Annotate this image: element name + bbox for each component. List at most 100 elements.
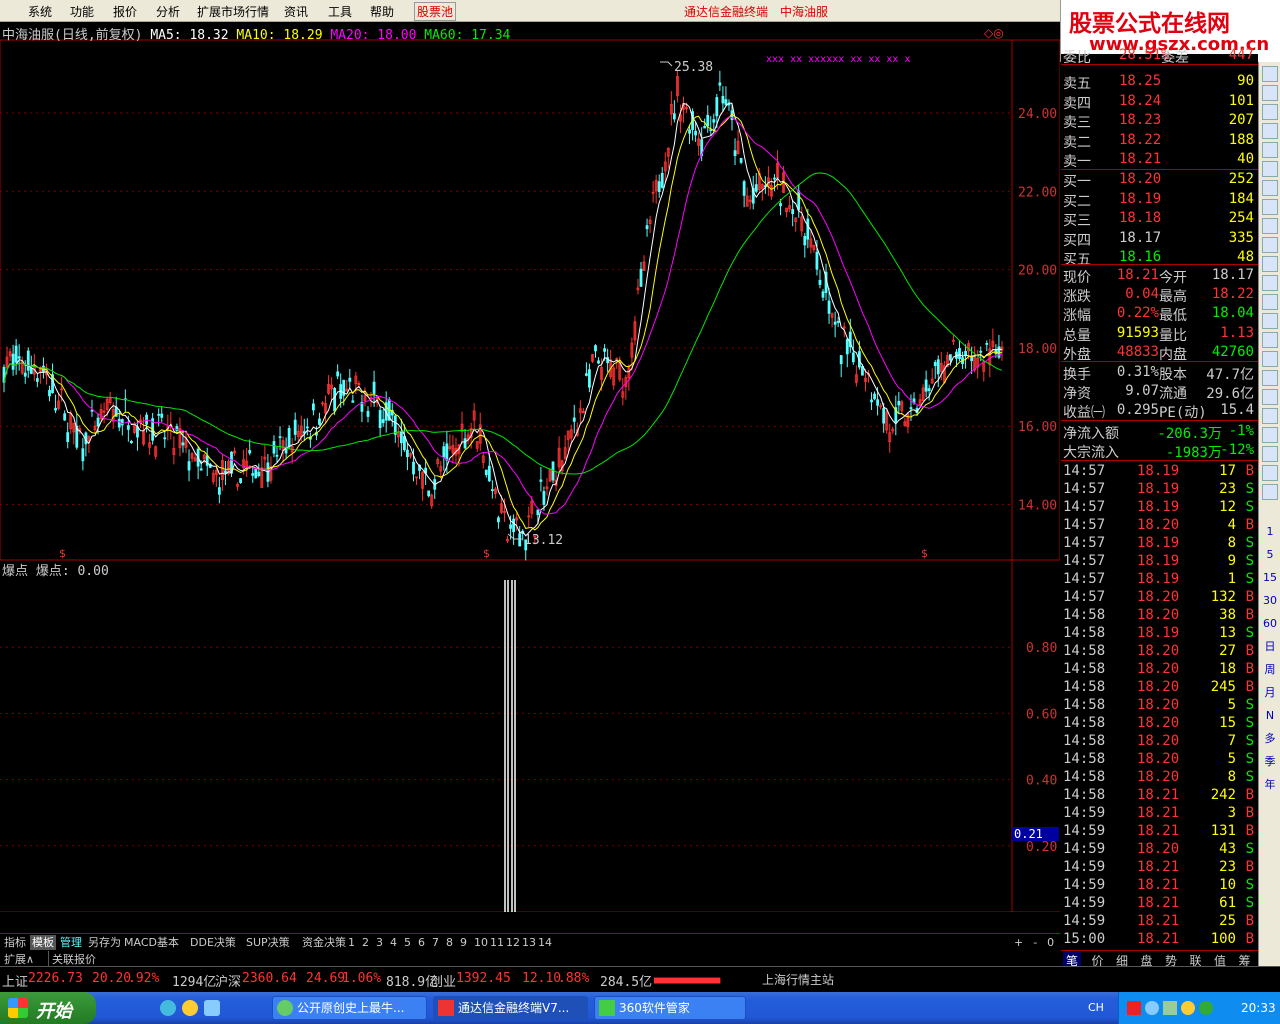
tray-app-icon[interactable] (1127, 1001, 1141, 1015)
tool-icon[interactable] (1262, 465, 1278, 481)
menu-function[interactable]: 功能 (70, 3, 94, 20)
tool-icon[interactable] (1262, 123, 1278, 139)
quicklaunch-ie-icon[interactable] (160, 1000, 176, 1016)
candle-body (779, 203, 782, 207)
tray-network-icon[interactable] (1145, 1001, 1159, 1015)
indicator-tab[interactable]: 另存为 (86, 935, 123, 950)
tray-360-icon[interactable] (1181, 1001, 1195, 1015)
ime-indicator[interactable]: CH (1088, 1001, 1104, 1014)
indicator-tab[interactable]: 指标 (2, 935, 28, 950)
period-button[interactable]: 60 (1262, 616, 1278, 632)
low-annotation: 13.12 (524, 533, 563, 548)
zoom-controls[interactable]: +-0 (1012, 935, 1066, 950)
indicator-tab[interactable]: 7 (430, 935, 441, 950)
tool-icon[interactable] (1262, 237, 1278, 253)
tick-row: 14:58 18.20 5 S (1061, 696, 1258, 714)
cy-change: 12.10 (522, 971, 562, 986)
tool-icon[interactable] (1262, 351, 1278, 367)
indicator-tab[interactable]: 8 (444, 935, 455, 950)
indicator-tab[interactable]: 管理 (58, 935, 84, 950)
tool-icon[interactable] (1262, 180, 1278, 196)
tick-volume: 245 (1210, 679, 1236, 695)
tool-icon[interactable] (1262, 427, 1278, 443)
task-360[interactable]: 360软件管家 (594, 996, 746, 1020)
tick-row: 14:58 18.20 18 B (1061, 660, 1258, 678)
tool-icon[interactable] (1262, 275, 1278, 291)
candle-body (348, 377, 352, 382)
menu-tools[interactable]: 工具 (328, 3, 352, 20)
period-button[interactable]: 日 (1262, 639, 1278, 655)
tick-volume: 12 (1219, 499, 1236, 515)
top-signal-markers: xxx xx xxxxxx xx xx xx x (766, 54, 911, 65)
period-button[interactable]: 5 (1262, 547, 1278, 563)
period-button[interactable]: N (1262, 708, 1278, 724)
related-quote-tab[interactable]: 关联报价 (48, 951, 96, 967)
quicklaunch-desktop-icon[interactable] (204, 1000, 220, 1016)
indicator-tab[interactable]: 4 (388, 935, 399, 950)
menu-stock-pool[interactable]: 股票池 (414, 2, 457, 21)
tick-volume: 131 (1210, 823, 1236, 839)
indicator-tab[interactable]: SUP决策 (244, 935, 292, 950)
tool-icon[interactable] (1262, 332, 1278, 348)
period-button[interactable]: 月 (1262, 685, 1278, 701)
sub-tick-label: 0.40 (1026, 774, 1057, 789)
tool-icon[interactable] (1262, 66, 1278, 82)
indicator-tab[interactable]: 2 (360, 935, 371, 950)
kline-chart[interactable]: 24.00 22.00 20.00 18.00 16.00 14.00 0.80 0.60 0.… (0, 22, 1060, 912)
indicator-tab[interactable]: MACD基本 (122, 935, 181, 950)
tick-price: 18.19 (1137, 625, 1180, 641)
tray-volume-icon[interactable] (1163, 1001, 1177, 1015)
tool-icon[interactable] (1262, 294, 1278, 310)
tool-icon[interactable] (1262, 218, 1278, 234)
period-button[interactable]: 年 (1262, 777, 1278, 793)
price-tick-label: 22.00 (1018, 185, 1057, 200)
tool-icon[interactable] (1262, 199, 1278, 215)
indicator-tab[interactable]: 6 (416, 935, 427, 950)
period-button[interactable]: 周 (1262, 662, 1278, 678)
tool-icon[interactable] (1262, 408, 1278, 424)
indicator-tab[interactable]: 5 (402, 935, 413, 950)
tool-icon[interactable] (1262, 389, 1278, 405)
candle-body (333, 388, 337, 412)
diamond-icon[interactable]: ◇◎ (984, 26, 1004, 40)
period-button[interactable]: 30 (1262, 593, 1278, 609)
menu-extended-market[interactable]: 扩展市场行情 (197, 3, 269, 20)
tool-icon[interactable] (1262, 484, 1278, 500)
start-button[interactable]: 开始 (0, 992, 96, 1024)
menu-quote[interactable]: 报价 (113, 3, 137, 20)
indicator-tab[interactable]: 1 (346, 935, 357, 950)
tool-icon[interactable] (1262, 85, 1278, 101)
menu-system[interactable]: 系统 (28, 3, 52, 20)
indicator-tab[interactable]: 9 (458, 935, 469, 950)
tool-icon[interactable] (1262, 142, 1278, 158)
indicator-tab[interactable]: 模板 (30, 935, 56, 950)
candle-body (278, 436, 282, 439)
tool-icon[interactable] (1262, 370, 1278, 386)
period-button[interactable]: 多 (1262, 731, 1278, 747)
task-tdx[interactable]: 通达信金融终端V7... (433, 996, 588, 1020)
extend-toggle[interactable]: 扩展∧ (4, 951, 34, 967)
menu-analysis[interactable]: 分析 (156, 3, 180, 20)
period-button[interactable]: 15 (1262, 570, 1278, 586)
tick-price: 18.21 (1137, 805, 1180, 821)
tray-security-icon[interactable] (1199, 1001, 1213, 1015)
candle-body (381, 419, 385, 424)
tool-icon[interactable] (1262, 161, 1278, 177)
indicator-tab[interactable]: 14 (536, 935, 554, 950)
period-button[interactable]: 1 (1262, 524, 1278, 540)
indicator-tab[interactable]: 资金决策 (300, 935, 348, 950)
indicator-tab[interactable]: DDE决策 (188, 935, 238, 950)
candle-body (706, 114, 710, 127)
menu-news[interactable]: 资讯 (284, 3, 308, 20)
tool-icon[interactable] (1262, 104, 1278, 120)
tool-icon[interactable] (1262, 256, 1278, 272)
quicklaunch-360-icon[interactable] (182, 1000, 198, 1016)
tick-row: 14:58 18.20 38 B (1061, 606, 1258, 624)
tool-icon[interactable] (1262, 313, 1278, 329)
indicator-tab[interactable]: 3 (374, 935, 385, 950)
tool-icon[interactable] (1262, 446, 1278, 462)
task-browser[interactable]: 公开原创史上最牛... (272, 996, 427, 1020)
period-button[interactable]: 季 (1262, 754, 1278, 770)
tick-side: B (1245, 607, 1254, 623)
menu-help[interactable]: 帮助 (370, 3, 394, 20)
